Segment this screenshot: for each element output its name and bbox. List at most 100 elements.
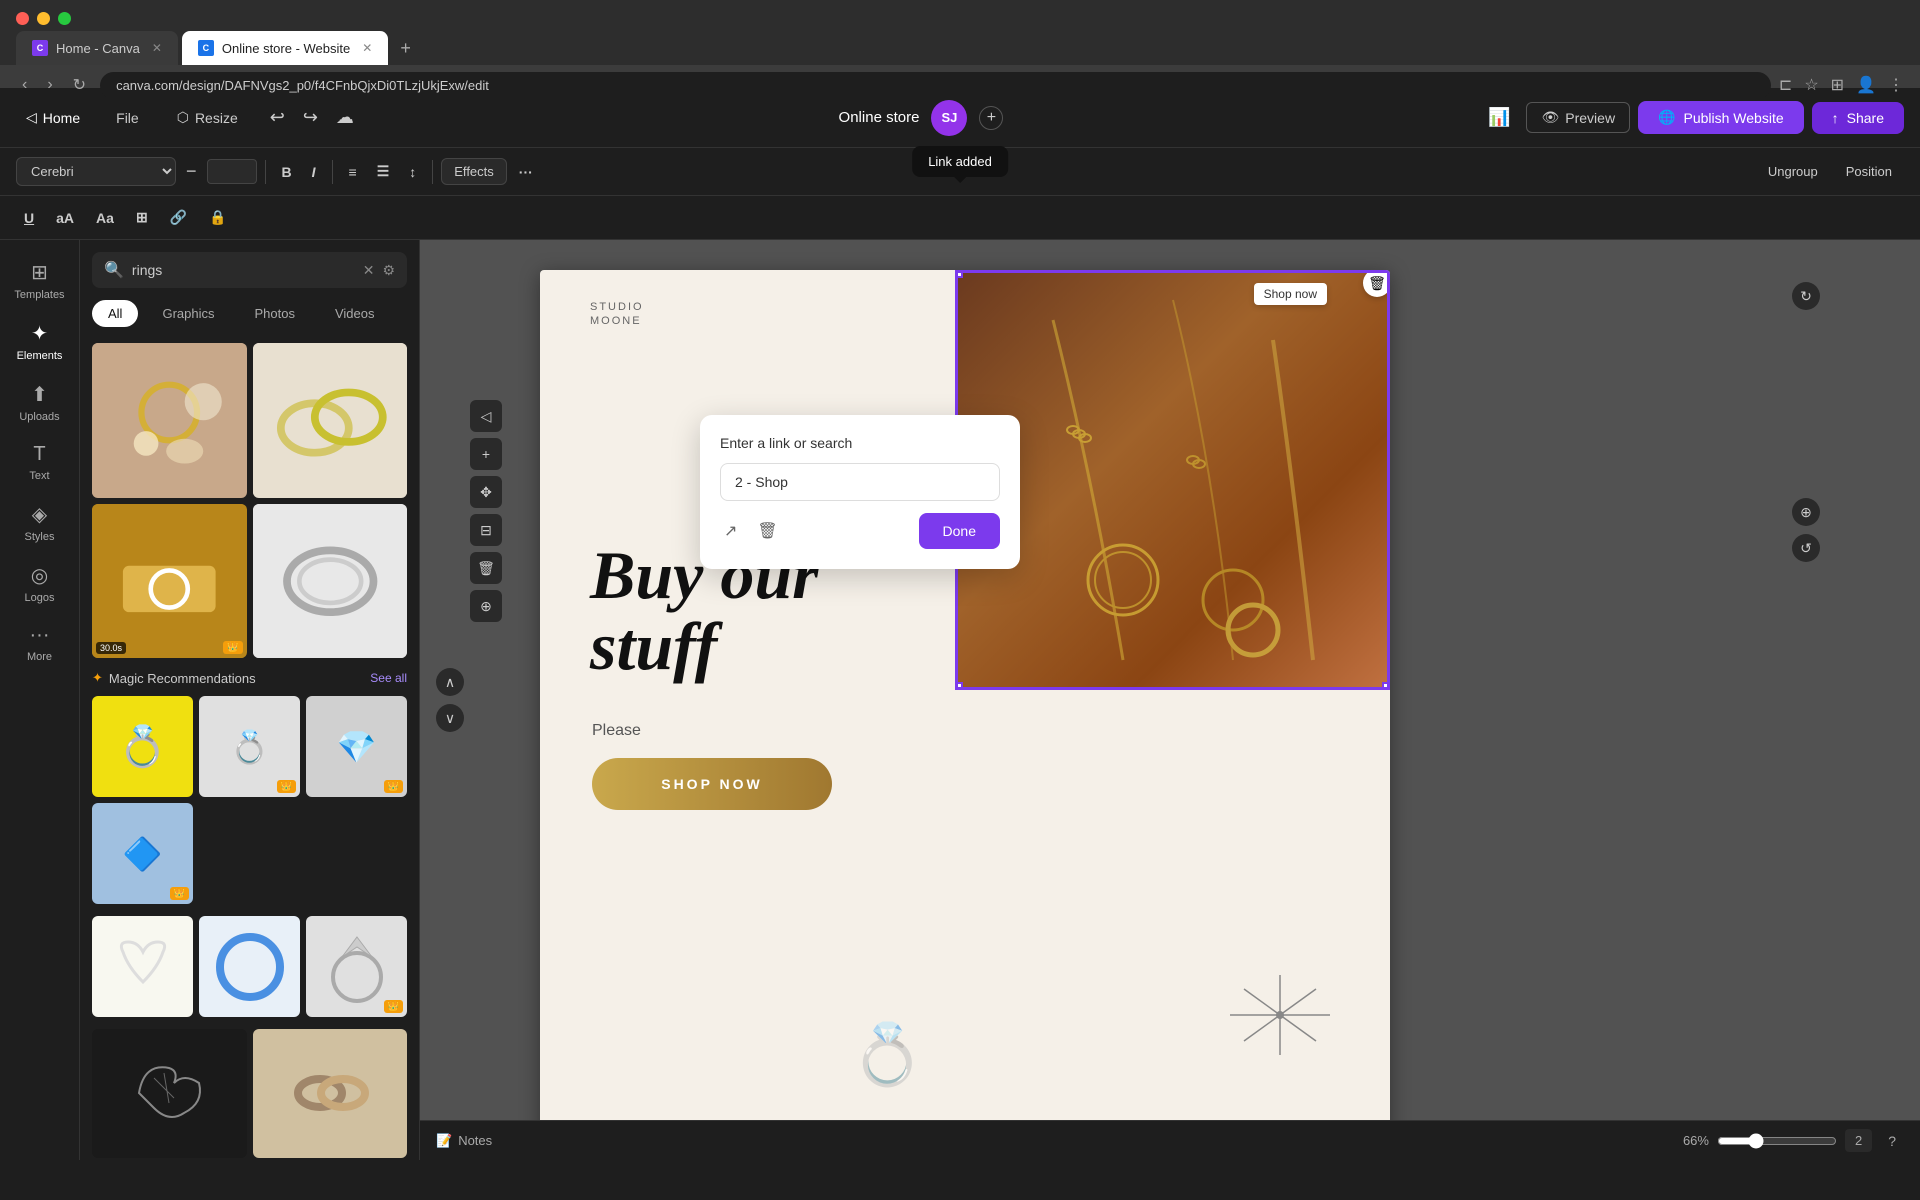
sidebar-item-templates[interactable]: ⊞ Templates — [0, 252, 79, 309]
result-image-7[interactable] — [92, 1029, 247, 1158]
spacing-dots-button[interactable]: ⊞ — [128, 204, 156, 231]
tab-all[interactable]: All — [92, 300, 138, 327]
notes-button[interactable]: 📝 Notes — [436, 1133, 492, 1149]
magic-item-3[interactable]: 💎 👑 — [306, 696, 407, 797]
filter-icon[interactable]: ⚙ — [382, 262, 395, 279]
decrease-font-size[interactable]: − — [180, 157, 203, 186]
add-page-button[interactable]: ⊕ — [470, 590, 502, 622]
move-button[interactable]: ✥ — [470, 476, 502, 508]
result-image-1[interactable] — [92, 343, 247, 498]
bold-button[interactable]: B — [274, 159, 300, 185]
tab-close-2[interactable]: ✕ — [362, 41, 372, 55]
delete-link-button[interactable]: 🗑 — [753, 517, 781, 545]
ungroup-button[interactable]: Ungroup — [1756, 158, 1830, 185]
preview-button[interactable]: 👁 Preview — [1526, 102, 1630, 133]
page-indicator[interactable]: 2 — [1845, 1129, 1872, 1152]
close-traffic-light[interactable] — [16, 12, 29, 25]
sidebar-item-styles[interactable]: ◈ Styles — [0, 494, 79, 551]
underline-button[interactable]: U — [16, 205, 42, 231]
list-button[interactable]: ☰ — [369, 158, 398, 185]
sidebar-item-text[interactable]: T Text — [0, 435, 79, 490]
profile-icon[interactable]: 👤 — [1856, 75, 1876, 95]
scroll-down-button[interactable]: ∨ — [436, 704, 464, 732]
expand-button[interactable]: ⊕ — [1792, 498, 1820, 526]
align-button[interactable]: ≡ — [341, 159, 365, 185]
link-button[interactable]: 🔗 — [162, 204, 195, 231]
resize-handle-bl[interactable] — [955, 682, 963, 690]
add-collaborator-button[interactable]: + — [979, 106, 1003, 130]
forward-button[interactable]: › — [41, 72, 58, 98]
italic-button[interactable]: I — [304, 159, 324, 185]
sidebar-item-logos[interactable]: ◎ Logos — [0, 555, 79, 612]
please-text[interactable]: Please — [592, 722, 641, 740]
zoom-in-button[interactable]: + — [470, 438, 502, 470]
shop-now-label[interactable]: Shop now — [1254, 283, 1327, 305]
result-video-1[interactable]: 30.0s 👑 — [92, 504, 247, 659]
trash-button[interactable]: 🗑 — [470, 552, 502, 584]
reset-button[interactable]: ↺ — [1792, 534, 1820, 562]
resize-handle-br[interactable] — [1382, 682, 1390, 690]
browser-tab-2[interactable]: C Online store - Website ✕ — [182, 31, 388, 65]
result-image-2[interactable] — [253, 343, 408, 498]
effects-button[interactable]: Effects — [441, 158, 507, 185]
cloud-save-button[interactable]: ☁ — [328, 101, 362, 134]
link-done-button[interactable]: Done — [919, 513, 1000, 549]
result-image-8[interactable] — [253, 1029, 408, 1158]
rotate-button[interactable]: ↻ — [1792, 282, 1820, 310]
more-browser-icon[interactable]: ⋮ — [1888, 75, 1904, 95]
tab-close-1[interactable]: ✕ — [152, 41, 162, 55]
tab-photos[interactable]: Photos — [238, 300, 310, 327]
maximize-traffic-light[interactable] — [58, 12, 71, 25]
case-button[interactable]: aA — [48, 205, 82, 231]
spacing-button[interactable]: ↕ — [401, 159, 424, 185]
more-options-button[interactable]: ··· — [511, 159, 541, 185]
undo-button[interactable]: ↩ — [262, 101, 293, 134]
link-input-field[interactable] — [720, 463, 1000, 501]
magic-item-1[interactable]: 💍 — [92, 696, 193, 797]
search-input[interactable] — [132, 262, 355, 278]
lock-button[interactable]: 🔒 — [201, 204, 234, 231]
scroll-up-button[interactable]: ∧ — [436, 668, 464, 696]
search-clear-icon[interactable]: ✕ — [363, 262, 375, 279]
redo-button[interactable]: ↪ — [295, 101, 326, 134]
transform-button[interactable]: Aa — [88, 205, 122, 231]
minimize-traffic-light[interactable] — [37, 12, 50, 25]
zoom-slider[interactable] — [1717, 1133, 1837, 1149]
position-button[interactable]: Position — [1834, 158, 1904, 185]
new-tab-button[interactable]: + — [392, 38, 419, 59]
jewelry-image[interactable]: Shop now 🗑 — [955, 270, 1390, 690]
magic-item-4[interactable]: 🔷 👑 — [92, 803, 193, 904]
delete-element-button[interactable]: 🗑 — [1363, 270, 1390, 297]
back-button[interactable]: ‹ — [16, 72, 33, 98]
reload-button[interactable]: ↻ — [67, 71, 92, 99]
resize-handle-tl[interactable] — [955, 270, 963, 278]
font-size-input[interactable] — [207, 159, 257, 184]
publish-button[interactable]: 🌐 Publish Website — [1638, 101, 1804, 134]
sidebar-item-more[interactable]: ··· More — [0, 616, 79, 671]
browser-tab-1[interactable]: C Home - Canva ✕ — [16, 31, 178, 65]
address-input[interactable] — [100, 72, 1771, 99]
magic-item-2[interactable]: 💍 👑 — [199, 696, 300, 797]
resize-button[interactable]: ⬡ Resize — [165, 103, 250, 132]
sidebar-item-elements[interactable]: ✦ Elements — [0, 313, 79, 370]
sidebar-item-uploads[interactable]: ⬆ Uploads — [0, 374, 79, 431]
help-button[interactable]: ? — [1880, 1129, 1904, 1153]
frame-button[interactable]: ⊟ — [470, 514, 502, 546]
file-menu-button[interactable]: File — [102, 104, 153, 132]
user-avatar-button[interactable]: SJ — [931, 100, 967, 136]
share-button[interactable]: ↑ Share — [1812, 102, 1904, 134]
result-image-5[interactable] — [199, 916, 300, 1017]
tab-videos[interactable]: Videos — [319, 300, 391, 327]
result-image-6[interactable]: 👑 — [306, 916, 407, 1017]
collapse-panel-button[interactable]: ◁ — [470, 400, 502, 432]
result-image-4[interactable] — [92, 916, 193, 1017]
analytics-button[interactable]: 📊 — [1480, 101, 1518, 134]
font-family-select[interactable]: Cerebri — [16, 157, 176, 186]
result-image-3[interactable] — [253, 504, 408, 659]
see-all-link[interactable]: See all — [370, 671, 407, 685]
extension-icon[interactable]: ⊞ — [1831, 75, 1844, 95]
home-button[interactable]: ◁ Home — [16, 103, 90, 132]
open-link-button[interactable]: ↗ — [720, 517, 741, 545]
shop-now-button[interactable]: SHOP NOW — [592, 758, 832, 810]
tab-graphics[interactable]: Graphics — [146, 300, 230, 327]
